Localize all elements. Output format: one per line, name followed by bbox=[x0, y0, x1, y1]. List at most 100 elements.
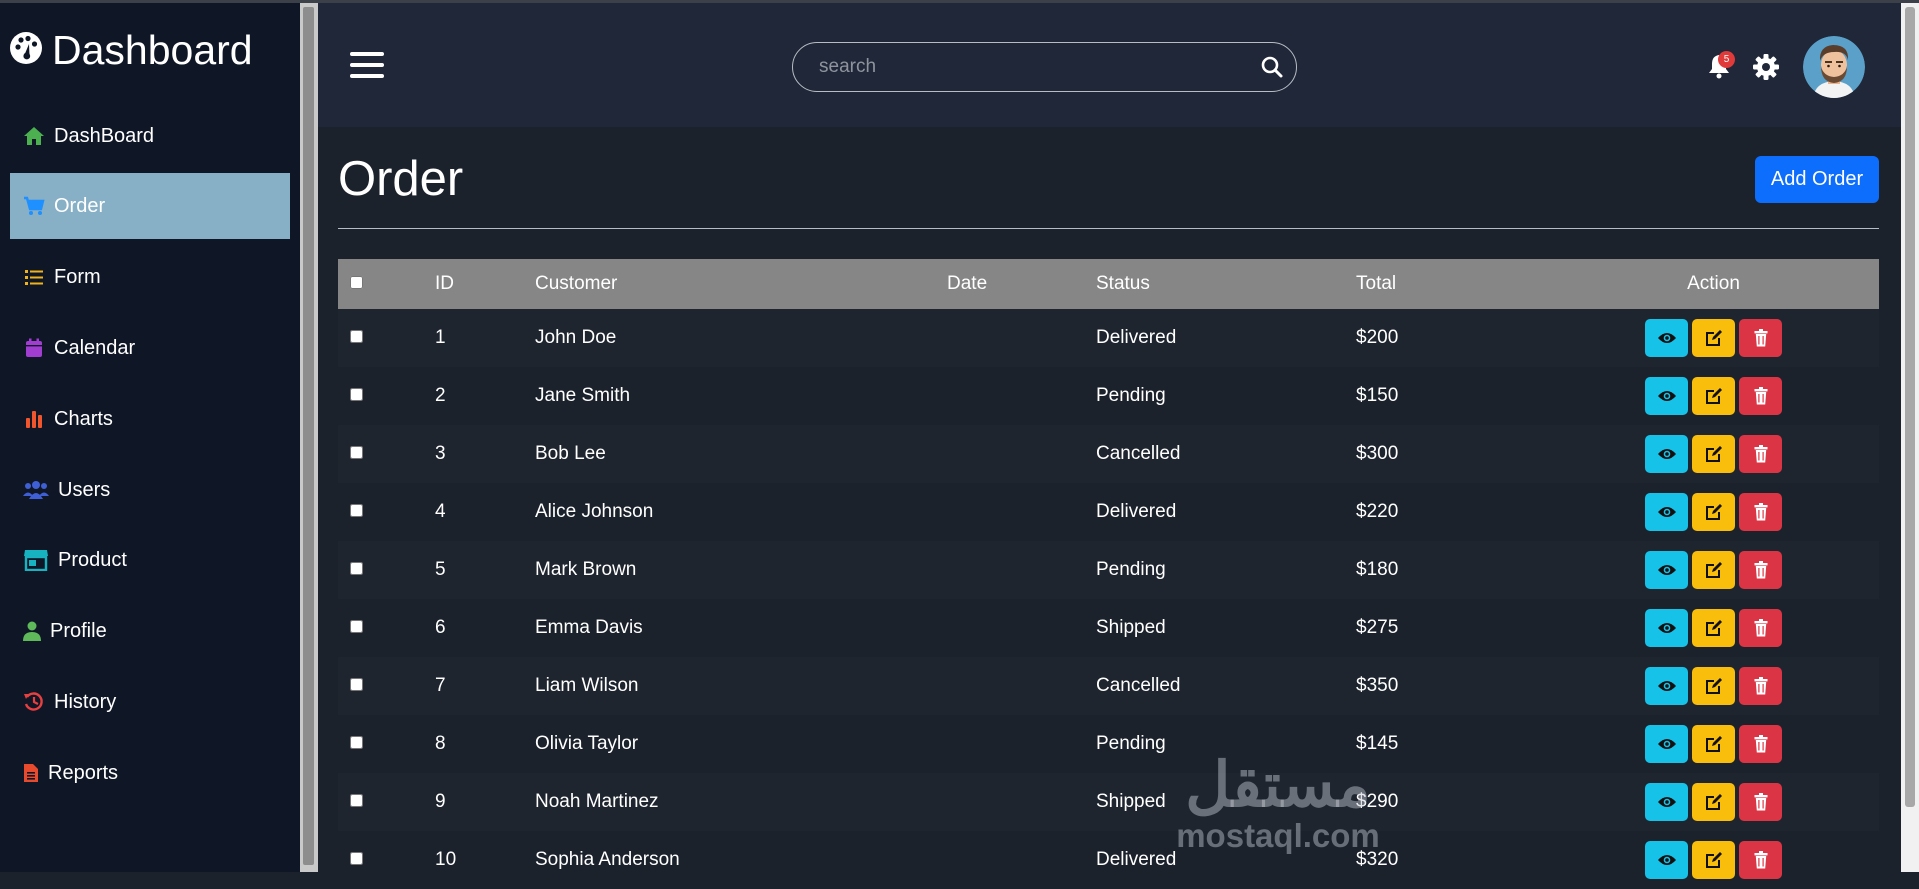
delete-button[interactable] bbox=[1739, 667, 1782, 705]
view-button[interactable] bbox=[1645, 493, 1688, 531]
sidebar-item-dashboard[interactable]: DashBoard bbox=[10, 103, 290, 169]
view-button[interactable] bbox=[1645, 319, 1688, 357]
eye-icon bbox=[1657, 795, 1677, 809]
sidebar-item-order[interactable]: Order bbox=[10, 173, 290, 239]
sidebar-item-reports[interactable]: Reports bbox=[10, 740, 290, 806]
edit-button[interactable] bbox=[1692, 377, 1735, 415]
home-icon bbox=[22, 125, 46, 147]
cell-id: 1 bbox=[435, 327, 446, 348]
cell-total: $150 bbox=[1356, 385, 1399, 406]
view-button[interactable] bbox=[1645, 841, 1688, 879]
delete-button[interactable] bbox=[1739, 377, 1782, 415]
sidebar-item-users[interactable]: Users bbox=[10, 457, 290, 523]
menu-toggle-icon[interactable] bbox=[350, 50, 386, 80]
sidebar-scrollbar[interactable] bbox=[300, 3, 318, 872]
delete-button[interactable] bbox=[1739, 551, 1782, 589]
sidebar-item-label: Reports bbox=[48, 761, 119, 784]
edit-button[interactable] bbox=[1692, 319, 1735, 357]
delete-button[interactable] bbox=[1739, 493, 1782, 531]
sidebar-item-calendar[interactable]: Calendar bbox=[10, 315, 290, 381]
edit-button[interactable] bbox=[1692, 551, 1735, 589]
cell-customer: Bob Lee bbox=[535, 443, 606, 464]
delete-button[interactable] bbox=[1739, 435, 1782, 473]
column-header-id[interactable]: ID bbox=[435, 259, 535, 309]
cell-date bbox=[947, 309, 1096, 367]
edit-button[interactable] bbox=[1692, 841, 1735, 879]
column-header-total[interactable]: Total bbox=[1356, 259, 1548, 309]
table-row[interactable]: 7 Liam Wilson Cancelled $350 bbox=[338, 657, 1879, 715]
row-checkbox[interactable] bbox=[350, 504, 363, 517]
select-all-checkbox[interactable] bbox=[350, 276, 363, 289]
row-checkbox[interactable] bbox=[350, 446, 363, 459]
cell-date bbox=[947, 657, 1096, 715]
table-row[interactable]: 9 Noah Martinez Shipped $290 bbox=[338, 773, 1879, 831]
cell-actions bbox=[1548, 483, 1879, 541]
table-row[interactable]: 2 Jane Smith Pending $150 bbox=[338, 367, 1879, 425]
column-header-status[interactable]: Status bbox=[1096, 259, 1356, 309]
delete-button[interactable] bbox=[1739, 783, 1782, 821]
gear-icon[interactable] bbox=[1752, 53, 1780, 86]
edit-button[interactable] bbox=[1692, 435, 1735, 473]
edit-button[interactable] bbox=[1692, 725, 1735, 763]
page-scrollbar[interactable] bbox=[1901, 3, 1919, 872]
sidebar-item-label: Order bbox=[54, 194, 106, 217]
column-header-customer[interactable]: Customer bbox=[535, 259, 947, 309]
cell-actions bbox=[1548, 367, 1879, 425]
sidebar-item-history[interactable]: History bbox=[10, 669, 290, 735]
sidebar-scrollbar-thumb[interactable] bbox=[303, 7, 314, 865]
add-order-button[interactable]: Add Order bbox=[1755, 156, 1879, 203]
edit-button[interactable] bbox=[1692, 493, 1735, 531]
row-checkbox[interactable] bbox=[350, 852, 363, 865]
row-checkbox[interactable] bbox=[350, 678, 363, 691]
delete-button[interactable] bbox=[1739, 725, 1782, 763]
edit-icon bbox=[1705, 851, 1723, 869]
row-checkbox[interactable] bbox=[350, 330, 363, 343]
table-row[interactable]: 5 Mark Brown Pending $180 bbox=[338, 541, 1879, 599]
edit-button[interactable] bbox=[1692, 783, 1735, 821]
eye-icon bbox=[1657, 563, 1677, 577]
brand[interactable]: Dashboard bbox=[10, 29, 253, 71]
search-icon[interactable] bbox=[1260, 55, 1284, 84]
avatar[interactable] bbox=[1803, 36, 1865, 98]
row-select-cell bbox=[338, 715, 435, 773]
trash-icon bbox=[1754, 445, 1768, 463]
delete-button[interactable] bbox=[1739, 609, 1782, 647]
table-row[interactable]: 4 Alice Johnson Delivered $220 bbox=[338, 483, 1879, 541]
edit-button[interactable] bbox=[1692, 667, 1735, 705]
cell-status: Pending bbox=[1096, 559, 1166, 580]
sidebar-item-form[interactable]: Form bbox=[10, 244, 290, 310]
row-checkbox[interactable] bbox=[350, 794, 363, 807]
delete-button[interactable] bbox=[1739, 319, 1782, 357]
cell-actions bbox=[1548, 541, 1879, 599]
search-input[interactable] bbox=[817, 55, 1241, 79]
view-button[interactable] bbox=[1645, 609, 1688, 647]
notification-badge: 5 bbox=[1718, 51, 1735, 68]
row-checkbox[interactable] bbox=[350, 388, 363, 401]
cell-date bbox=[947, 425, 1096, 483]
view-button[interactable] bbox=[1645, 551, 1688, 589]
table-row[interactable]: 8 Olivia Taylor Pending $145 bbox=[338, 715, 1879, 773]
eye-icon bbox=[1657, 621, 1677, 635]
table-row[interactable]: 3 Bob Lee Cancelled $300 bbox=[338, 425, 1879, 483]
row-checkbox[interactable] bbox=[350, 620, 363, 633]
table-row[interactable]: 6 Emma Davis Shipped $275 bbox=[338, 599, 1879, 657]
row-checkbox[interactable] bbox=[350, 736, 363, 749]
view-button[interactable] bbox=[1645, 725, 1688, 763]
delete-button[interactable] bbox=[1739, 841, 1782, 879]
view-button[interactable] bbox=[1645, 783, 1688, 821]
row-select-cell bbox=[338, 541, 435, 599]
row-checkbox[interactable] bbox=[350, 562, 363, 575]
view-button[interactable] bbox=[1645, 377, 1688, 415]
table-row[interactable]: 1 John Doe Delivered $200 bbox=[338, 309, 1879, 367]
row-select-cell bbox=[338, 773, 435, 831]
sidebar-item-product[interactable]: Product bbox=[10, 527, 290, 593]
sidebar-item-charts[interactable]: Charts bbox=[10, 386, 290, 452]
table-row[interactable]: 10 Sophia Anderson Delivered $320 bbox=[338, 831, 1879, 889]
view-button[interactable] bbox=[1645, 435, 1688, 473]
edit-button[interactable] bbox=[1692, 609, 1735, 647]
column-header-date[interactable]: Date bbox=[947, 259, 1096, 309]
view-button[interactable] bbox=[1645, 667, 1688, 705]
sidebar-item-profile[interactable]: Profile bbox=[10, 598, 290, 664]
sidebar-item-label: Users bbox=[58, 478, 111, 501]
page-scrollbar-thumb[interactable] bbox=[1905, 7, 1915, 807]
